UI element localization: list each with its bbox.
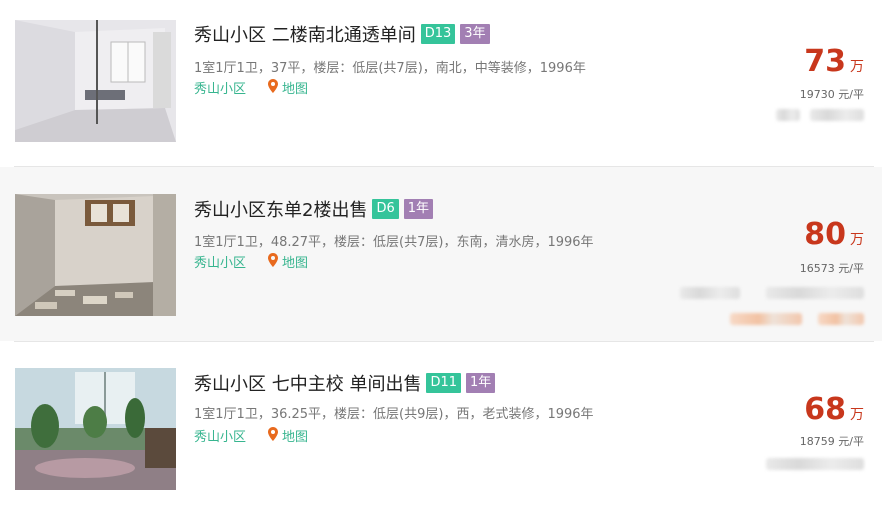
map-link[interactable]: 地图 xyxy=(268,426,308,445)
total-price: 73 万 xyxy=(804,44,864,79)
location-pin-icon xyxy=(268,78,279,97)
map-link[interactable]: 地图 xyxy=(268,252,308,271)
price-value: 80 xyxy=(804,217,846,252)
price-value: 68 xyxy=(804,392,846,427)
listing-photo[interactable] xyxy=(15,368,176,490)
price-unit: 万 xyxy=(850,59,864,75)
community-link[interactable]: 秀山小区 xyxy=(194,78,246,97)
community-link[interactable]: 秀山小区 xyxy=(194,426,246,445)
listing-photo[interactable] xyxy=(15,20,176,142)
map-label: 地图 xyxy=(282,430,309,445)
blurred-info xyxy=(818,313,864,325)
unit-price: 18759 元/平 xyxy=(799,435,864,448)
listing-details: 1室1厅1卫，48.27平，楼层：低层(共7层)，东南，清水房，1996年 xyxy=(194,235,594,250)
blurred-info xyxy=(766,458,864,470)
blurred-info xyxy=(810,109,864,121)
listing-code-badge: D11 xyxy=(426,373,462,393)
listing-photo[interactable] xyxy=(15,194,176,316)
map-label: 地图 xyxy=(282,256,309,271)
blurred-info xyxy=(680,287,740,299)
listing-title[interactable]: 秀山小区东单2楼出售 xyxy=(194,196,367,222)
total-price: 68 万 xyxy=(804,392,864,427)
blurred-info xyxy=(776,109,800,121)
unit-price: 16573 元/平 xyxy=(799,262,864,275)
blurred-info xyxy=(766,287,864,299)
listing-card[interactable]: 秀山小区 七中主校 单间出售 D11 1年 1室1厅1卫，36.25平，楼层：低… xyxy=(0,342,882,509)
price-unit: 万 xyxy=(850,407,864,423)
listing-age-badge: 1年 xyxy=(466,373,496,393)
listing-details: 1室1厅1卫，37平，楼层：低层(共7层)，南北，中等装修，1996年 xyxy=(194,61,586,76)
price-unit: 万 xyxy=(850,232,864,248)
listing-code-badge: D6 xyxy=(372,199,399,219)
blurred-info xyxy=(730,313,802,325)
listing-details: 1室1厅1卫，36.25平，楼层：低层(共9层)，西，老式装修，1996年 xyxy=(194,407,594,422)
listing-age-badge: 1年 xyxy=(403,199,434,219)
listing-code-badge: D13 xyxy=(420,24,456,44)
unit-price: 19730 元/平 xyxy=(799,88,864,101)
map-link[interactable]: 地图 xyxy=(268,78,308,97)
location-pin-icon xyxy=(268,426,279,445)
location-pin-icon xyxy=(268,252,279,271)
total-price: 80 万 xyxy=(804,217,864,252)
listing-card[interactable]: 秀山小区东单2楼出售 D6 1年 1室1厅1卫，48.27平，楼层：低层(共7层… xyxy=(0,167,882,341)
listing-card[interactable]: 秀山小区 二楼南北通透单间 D13 3年 1室1厅1卫，37平，楼层：低层(共7… xyxy=(0,0,882,166)
map-label: 地图 xyxy=(282,82,309,97)
listing-title[interactable]: 秀山小区 二楼南北通透单间 xyxy=(194,21,416,47)
price-value: 73 xyxy=(804,44,846,79)
listing-title[interactable]: 秀山小区 七中主校 单间出售 xyxy=(194,370,421,396)
community-link[interactable]: 秀山小区 xyxy=(194,252,246,271)
listing-age-badge: 3年 xyxy=(460,24,490,44)
